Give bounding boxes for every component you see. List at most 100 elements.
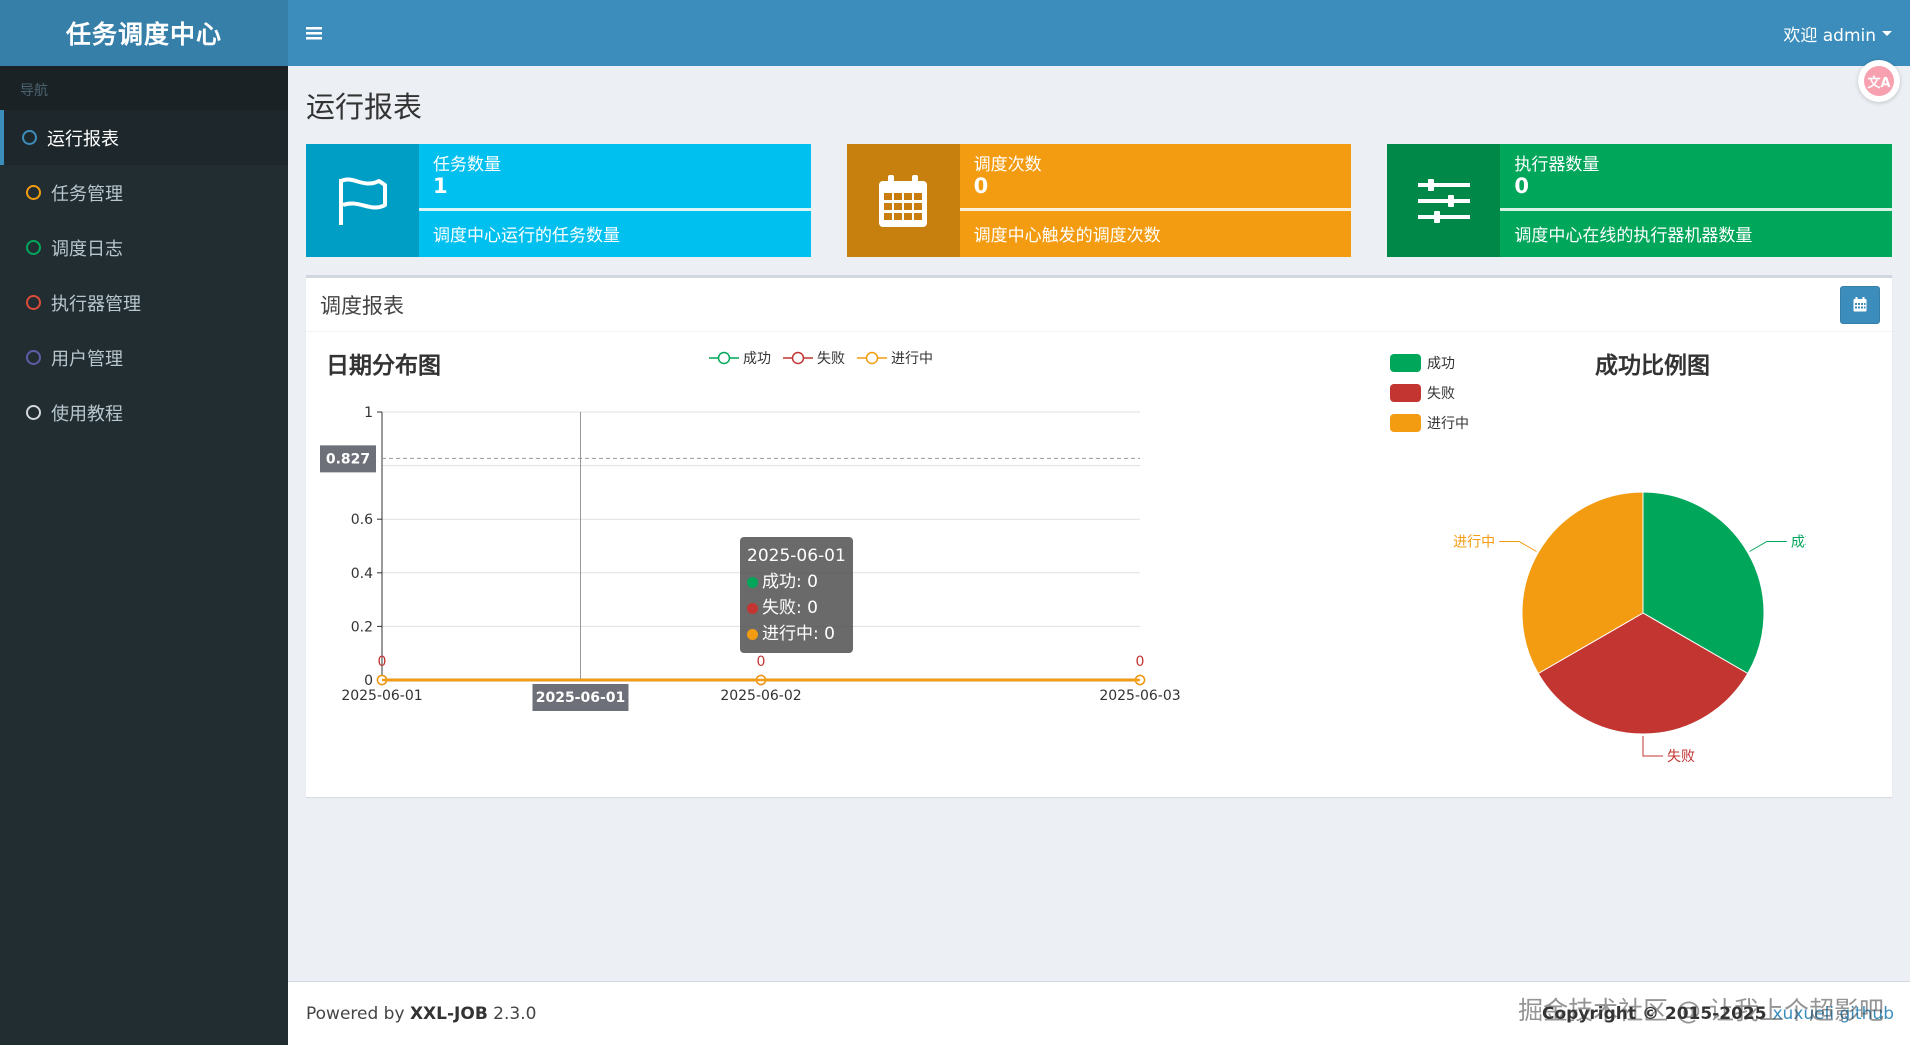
legend-label: 失败 bbox=[1427, 386, 1455, 402]
pie-label-line bbox=[1642, 736, 1663, 757]
info-label: 执行器数量 bbox=[1514, 155, 1600, 175]
nav-list: 运行报表任务管理调度日志执行器管理用户管理使用教程 bbox=[0, 110, 288, 440]
sidebar-item-label: 运行报表 bbox=[47, 128, 119, 150]
top-navbar: 欢迎 admin bbox=[288, 0, 1910, 66]
legend-swatch bbox=[1390, 384, 1421, 402]
legend-swatch bbox=[1390, 354, 1421, 372]
chart-tooltip: 2025-06-01 成功: 0 失败: 0 进行中: 0 bbox=[740, 537, 853, 653]
pie-label: 成功 bbox=[1791, 535, 1806, 551]
caret-down-icon bbox=[1882, 30, 1892, 36]
user-menu[interactable]: 欢迎 admin bbox=[1783, 21, 1892, 46]
hamburger-icon[interactable] bbox=[306, 21, 322, 46]
tooltip-row-text: 成功: 0 bbox=[762, 572, 818, 592]
legend-label: 成功 bbox=[1427, 356, 1455, 372]
legend-item-success[interactable]: 成功 bbox=[1390, 348, 1469, 378]
tooltip-row: 进行中: 0 bbox=[747, 621, 846, 647]
info-box-tasks: 任务数量 1 调度中心运行的任务数量 bbox=[306, 144, 811, 257]
sidebar-item-4[interactable]: 用户管理 bbox=[0, 330, 288, 385]
data-label: 0 bbox=[378, 654, 387, 670]
success-dot-icon bbox=[747, 576, 758, 588]
crosshair-x-label: 2025-06-01 bbox=[536, 690, 626, 706]
report-box-body: 日期分布图 成功 失败 进行中 0 0.2 0.4 0.6 1 0.827 2025-06-… bbox=[306, 332, 1892, 794]
info-box-row: 任务数量 1 调度中心运行的任务数量 调度次数 0 调度中心触发的调度次数 执行 bbox=[306, 144, 1893, 257]
sidebar-item-3[interactable]: 执行器管理 bbox=[0, 275, 288, 330]
tooltip-row: 失败: 0 bbox=[747, 595, 846, 621]
tooltip-row-text: 进行中: 0 bbox=[762, 624, 835, 644]
footer-powered: Powered by XXL-JOB 2.3.0 bbox=[306, 1004, 536, 1024]
circle-icon bbox=[26, 240, 41, 255]
sidebar-item-label: 使用教程 bbox=[51, 403, 123, 425]
sidebar-item-5[interactable]: 使用教程 bbox=[0, 385, 288, 440]
sidebar-item-2[interactable]: 调度日志 bbox=[0, 220, 288, 275]
y-tick-label: 0.4 bbox=[351, 566, 373, 582]
x-tick-label: 2025-06-02 bbox=[720, 688, 801, 704]
info-label: 任务数量 bbox=[433, 155, 501, 175]
circle-icon bbox=[22, 130, 37, 145]
pie-label-line bbox=[1499, 541, 1537, 552]
report-title: 调度报表 bbox=[320, 293, 404, 318]
fail-dot-icon bbox=[747, 602, 758, 614]
flag-icon bbox=[306, 144, 419, 257]
pie-chart-title: 成功比例图 bbox=[1595, 353, 1710, 379]
progress-bar bbox=[1500, 208, 1893, 211]
circle-icon bbox=[26, 295, 41, 310]
info-number: 1 bbox=[433, 174, 448, 198]
progress-bar bbox=[419, 208, 811, 211]
report-box: 调度报表 日期分布图 成功 失败 进行中 00.2 0.4 0.6 1 0.82… bbox=[306, 275, 1892, 797]
sidebar-item-1[interactable]: 任务管理 bbox=[0, 165, 288, 220]
sidebar-item-label: 任务管理 bbox=[51, 183, 123, 205]
info-desc: 调度中心在线的执行器机器数量 bbox=[1514, 226, 1753, 246]
circle-icon bbox=[26, 350, 41, 365]
main-content: 运行报表 任务数量 1 调度中心运行的任务数量 调度次数 0 调度中心触发的调度… bbox=[288, 66, 1910, 981]
pie-label-line bbox=[1749, 541, 1787, 552]
sidebar-item-label: 用户管理 bbox=[51, 348, 123, 370]
info-box-triggers: 调度次数 0 调度中心触发的调度次数 bbox=[846, 144, 1352, 257]
sidebar-item-0[interactable]: 运行报表 bbox=[0, 110, 288, 165]
info-desc: 调度中心运行的任务数量 bbox=[433, 226, 620, 246]
pie-label: 进行中 bbox=[1453, 535, 1495, 551]
x-tick-label: 2025-06-03 bbox=[1099, 688, 1180, 704]
circle-icon bbox=[26, 405, 41, 420]
date-range-button[interactable] bbox=[1840, 285, 1880, 324]
tooltip-row-text: 失败: 0 bbox=[762, 598, 818, 618]
powered-prefix: Powered by bbox=[306, 1003, 410, 1024]
y-tick-label: 0 bbox=[364, 673, 373, 689]
progress-bar bbox=[959, 208, 1352, 211]
data-label: 0 bbox=[757, 654, 766, 670]
app-logo[interactable]: 任务调度中心 bbox=[0, 0, 288, 66]
legend-label: 进行中 bbox=[1427, 416, 1469, 432]
user-menu-label: 欢迎 admin bbox=[1783, 25, 1876, 46]
info-label: 调度次数 bbox=[973, 155, 1042, 175]
info-number: 0 bbox=[973, 174, 989, 198]
tooltip-row: 成功: 0 bbox=[747, 569, 846, 595]
crosshair-y-label: 0.827 bbox=[326, 451, 370, 467]
y-tick-label: 1 bbox=[364, 405, 373, 421]
circle-icon bbox=[26, 185, 41, 200]
nav-header: 导航 bbox=[0, 66, 288, 110]
pie-label: 失败 bbox=[1667, 749, 1695, 765]
pie-chart-legend: 成功 失败 进行中 bbox=[1390, 348, 1469, 438]
y-tick-label: 0.2 bbox=[351, 619, 373, 635]
version: 2.3.0 bbox=[487, 1003, 537, 1024]
calendar-icon bbox=[846, 144, 960, 257]
legend-item-fail[interactable]: 失败 bbox=[1390, 378, 1469, 408]
product-name: XXL-JOB bbox=[409, 1003, 488, 1024]
sidebar: 任务调度中心 导航 运行报表任务管理调度日志执行器管理用户管理使用教程 bbox=[0, 0, 288, 1045]
sidebar-item-label: 调度日志 bbox=[51, 238, 123, 260]
legend-swatch bbox=[1390, 414, 1421, 432]
data-label: 0 bbox=[1136, 654, 1145, 670]
info-number: 0 bbox=[1514, 174, 1529, 198]
legend-item-running[interactable]: 进行中 bbox=[1390, 408, 1469, 438]
info-desc: 调度中心触发的调度次数 bbox=[973, 226, 1161, 246]
pie-chart[interactable]: 成功失败 进行中 bbox=[1306, 452, 1806, 792]
sliders-icon bbox=[1387, 144, 1501, 257]
info-box-executors: 执行器数量 0 调度中心在线的执行器机器数量 bbox=[1387, 144, 1893, 257]
report-box-header: 调度报表 bbox=[306, 278, 1892, 332]
calendar-icon bbox=[1853, 297, 1867, 312]
running-dot-icon bbox=[747, 628, 758, 640]
x-tick-label: 2025-06-01 bbox=[341, 688, 422, 704]
page-title: 运行报表 bbox=[306, 90, 423, 124]
tooltip-title: 2025-06-01 bbox=[747, 546, 846, 566]
sidebar-item-label: 执行器管理 bbox=[51, 293, 141, 315]
y-tick-label: 0.6 bbox=[351, 512, 373, 528]
